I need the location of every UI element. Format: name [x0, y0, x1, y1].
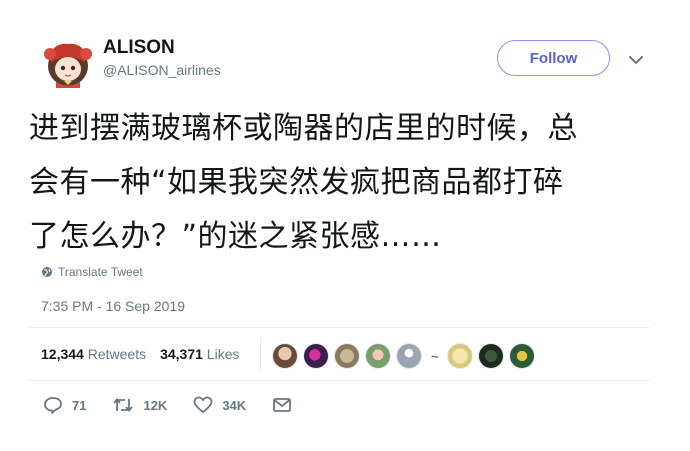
retweets-stat[interactable]: 12,344 Retweets	[41, 346, 146, 362]
globe-icon	[42, 267, 52, 277]
direct-message-button[interactable]	[272, 397, 292, 413]
divider	[29, 327, 649, 328]
more-options-chevron-down-icon[interactable]	[627, 52, 645, 66]
liker-tilde: ~	[431, 348, 439, 364]
envelope-icon	[273, 398, 292, 412]
reply-count: 71	[72, 397, 87, 413]
like-button[interactable]: 34K	[193, 396, 246, 414]
retweet-button[interactable]: 12K	[112, 396, 167, 414]
divider	[29, 380, 649, 381]
heart-icon	[193, 396, 213, 414]
liker-avatar[interactable]	[508, 343, 535, 369]
translate-tweet-link[interactable]: Translate Tweet	[41, 265, 143, 279]
likes-count: 34,371	[160, 346, 203, 362]
tweet-line: 了怎么办？”的迷之紧张感……	[29, 219, 442, 254]
reply-icon	[44, 397, 62, 414]
liker-avatar[interactable]	[272, 343, 298, 369]
likes-stat[interactable]: 34,371 Likes	[160, 346, 239, 362]
retweets-label: Retweets	[87, 346, 147, 362]
user-handle[interactable]: @ALISON_airlines	[103, 62, 221, 78]
retweets-count: 12,344	[41, 346, 84, 362]
tweet-actions: 71 12K 34K	[43, 396, 318, 414]
user-display-name[interactable]: ALISON	[103, 37, 175, 59]
tweet-line: 会有一种“如果我突然发疯把商品都打碎	[29, 165, 564, 200]
liker-avatar[interactable]	[365, 343, 391, 369]
tweet-timestamp[interactable]: 7:35 PM - 16 Sep 2019	[41, 298, 185, 314]
liker-avatar[interactable]	[446, 343, 473, 369]
like-count: 34K	[222, 397, 247, 413]
retweet-icon	[113, 398, 134, 412]
likers-avatars: ~	[272, 343, 540, 369]
retweet-count: 12K	[143, 397, 168, 413]
stats-separator	[260, 337, 261, 371]
translate-label: Translate Tweet	[58, 265, 143, 279]
default-user-avatar[interactable]	[396, 343, 422, 369]
tweet-stats: 12,344 Retweets 34,371 Likes	[41, 346, 239, 362]
liker-avatar[interactable]	[303, 343, 329, 369]
tweet-line: 进到摆满玻璃杯或陶器的店里的时候，总	[29, 111, 578, 146]
likes-label: Likes	[206, 346, 240, 362]
liker-avatar[interactable]	[477, 343, 504, 369]
liker-avatar[interactable]	[334, 343, 360, 369]
reply-button[interactable]: 71	[43, 396, 86, 414]
anime-girl-avatar-icon	[44, 43, 92, 88]
user-avatar[interactable]	[40, 36, 96, 92]
tweet-text: 进到摆满玻璃杯或陶器的店里的时候，总 会有一种“如果我突然发疯把商品都打碎 了怎…	[29, 102, 669, 264]
follow-button[interactable]: Follow	[497, 40, 610, 76]
